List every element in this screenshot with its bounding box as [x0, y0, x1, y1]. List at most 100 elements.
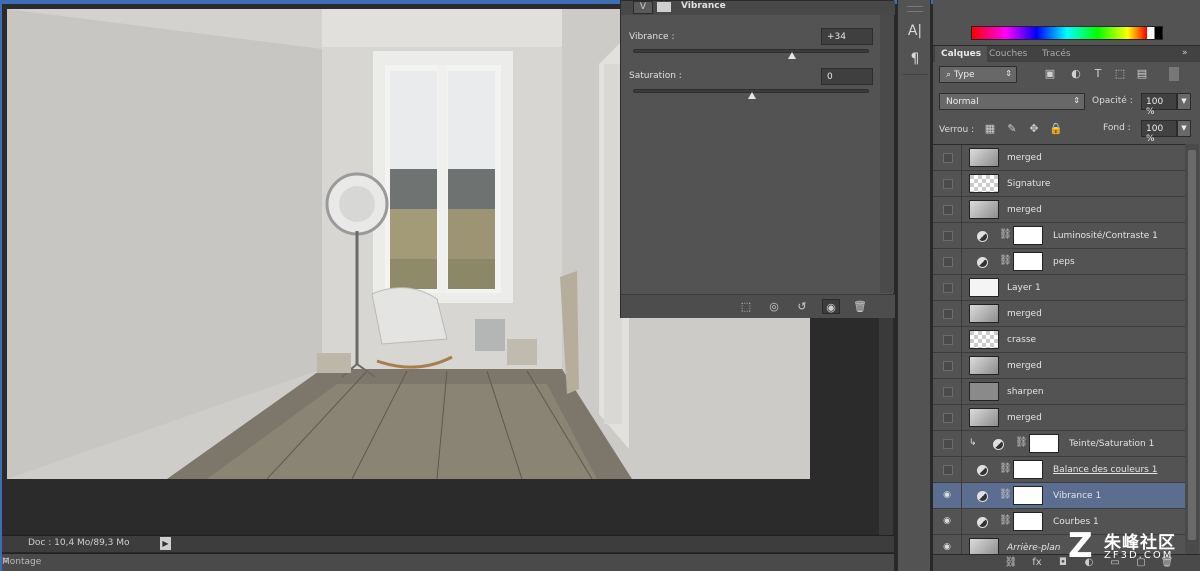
filter-smart-object-icon[interactable]: ▤ [1135, 67, 1149, 81]
layer-style-icon[interactable]: fx [1029, 556, 1045, 570]
layer-thumbnail[interactable] [969, 330, 999, 349]
visibility-toggle[interactable] [943, 413, 953, 423]
layer-mask-icon[interactable] [657, 2, 671, 12]
layer-thumbnail[interactable] [969, 278, 999, 297]
lock-all-icon[interactable]: 🔒 [1049, 122, 1063, 136]
visibility-toggle[interactable] [943, 153, 953, 163]
layer-row[interactable]: ⛓ Luminosité/Contraste 1 [933, 223, 1185, 249]
layer-name[interactable]: Vibrance 1 [1053, 491, 1101, 501]
layer-name[interactable]: merged [1007, 309, 1042, 319]
properties-scrollbar[interactable] [880, 15, 894, 293]
vibrance-value-input[interactable]: +34 [821, 28, 873, 45]
layer-row[interactable]: ⛓ peps [933, 249, 1185, 275]
layer-row[interactable]: sharpen [933, 379, 1185, 405]
visibility-toggle[interactable] [943, 179, 953, 189]
adjustment-layer-icon[interactable] [993, 439, 1004, 450]
panel-menu-icon[interactable]: ≡ [2, 556, 888, 566]
visibility-toggle[interactable] [943, 231, 953, 241]
visibility-toggle[interactable] [943, 361, 953, 371]
tab-traces[interactable]: Tracés [1036, 46, 1077, 63]
layer-thumbnail[interactable] [969, 148, 999, 167]
layer-name[interactable]: Balance des couleurs 1 [1053, 465, 1157, 475]
filter-shape-icon[interactable]: ⬚ [1113, 67, 1127, 81]
layer-row[interactable]: ◉ ⛓ Vibrance 1 [933, 483, 1185, 509]
color-spectrum-bar[interactable] [971, 26, 1163, 40]
opacity-input[interactable]: 100 % [1141, 93, 1177, 117]
layer-mask-thumbnail[interactable] [1029, 434, 1059, 453]
layer-thumbnail[interactable] [969, 408, 999, 427]
layers-scrollbar[interactable] [1185, 144, 1199, 554]
layer-row[interactable]: merged [933, 197, 1185, 223]
layer-name[interactable]: merged [1007, 413, 1042, 423]
layer-thumbnail[interactable] [969, 382, 999, 401]
visibility-toggle[interactable] [943, 257, 953, 267]
link-chain-icon[interactable]: ⛓ [999, 515, 1012, 526]
status-menu-arrow-icon[interactable]: ▶ [160, 537, 171, 550]
adjustment-layer-icon[interactable] [977, 465, 988, 476]
layer-row[interactable]: ⛓ Balance des couleurs 1 [933, 457, 1185, 483]
layer-name[interactable]: sharpen [1007, 387, 1044, 397]
layer-name[interactable]: peps [1053, 257, 1075, 267]
layer-name[interactable]: merged [1007, 361, 1042, 371]
blend-mode-select[interactable]: Normal ⇕ [939, 93, 1085, 110]
visibility-toggle[interactable] [943, 283, 953, 293]
filter-type-icon[interactable]: T [1091, 67, 1105, 81]
visibility-eye-icon[interactable]: ◉ [941, 490, 953, 501]
layer-row[interactable]: merged [933, 145, 1185, 171]
layer-mask-thumbnail[interactable] [1013, 226, 1043, 245]
layer-row[interactable]: merged [933, 301, 1185, 327]
reset-icon[interactable]: ↺ [793, 299, 811, 314]
filter-toggle-icon[interactable] [1169, 67, 1179, 81]
layer-name[interactable]: merged [1007, 153, 1042, 163]
layer-name[interactable]: Layer 1 [1007, 283, 1041, 293]
layer-row[interactable]: ↳ ⛓ Teinte/Saturation 1 [933, 431, 1185, 457]
saturation-slider-thumb[interactable] [748, 92, 756, 99]
fill-dropdown-icon[interactable]: ▼ [1177, 120, 1191, 137]
visibility-toggle[interactable] [943, 439, 953, 449]
tab-calques[interactable]: Calques [935, 46, 988, 63]
clip-to-layer-icon[interactable]: ⬚ [737, 299, 755, 314]
adjustment-layer-icon[interactable] [977, 491, 988, 502]
layer-row[interactable]: Signature [933, 171, 1185, 197]
layer-mask-thumbnail[interactable] [1013, 486, 1043, 505]
adjustment-layer-icon[interactable] [977, 257, 988, 268]
adjustment-layer-icon[interactable] [977, 517, 988, 528]
layers-scrollbar-thumb[interactable] [1188, 150, 1196, 540]
filter-pixel-icon[interactable]: ▣ [1043, 67, 1057, 81]
layer-name[interactable]: merged [1007, 205, 1042, 215]
saturation-slider[interactable] [633, 89, 869, 99]
link-chain-icon[interactable]: ⛓ [1015, 437, 1028, 448]
visibility-toggle[interactable] [943, 205, 953, 215]
layer-name[interactable]: Teinte/Saturation 1 [1069, 439, 1154, 449]
opacity-dropdown-icon[interactable]: ▼ [1177, 93, 1191, 110]
filter-adjustment-icon[interactable]: ◐ [1069, 67, 1083, 81]
layer-name[interactable]: Luminosité/Contraste 1 [1053, 231, 1158, 241]
layer-row[interactable]: merged [933, 405, 1185, 431]
saturation-value-input[interactable]: 0 [821, 68, 873, 85]
layer-thumbnail[interactable] [969, 304, 999, 323]
layer-name[interactable]: Arrière-plan [1007, 543, 1061, 553]
layer-row[interactable]: merged [933, 353, 1185, 379]
layer-row[interactable]: crasse [933, 327, 1185, 353]
layer-name[interactable]: Signature [1007, 179, 1050, 189]
paragraph-panel-icon[interactable]: ¶ [906, 50, 924, 68]
lock-brush-icon[interactable]: ✎ [1005, 122, 1019, 136]
visibility-eye-icon[interactable]: ◉ [941, 542, 953, 553]
fill-input[interactable]: 100 % [1141, 120, 1177, 144]
layer-thumbnail[interactable] [969, 356, 999, 375]
vibrance-slider-thumb[interactable] [788, 52, 797, 59]
layer-thumbnail[interactable] [969, 538, 999, 554]
view-previous-state-icon[interactable]: ◎ [765, 299, 783, 314]
lock-move-icon[interactable]: ✥ [1027, 122, 1041, 136]
layer-mask-thumbnail[interactable] [1013, 512, 1043, 531]
visibility-toggle[interactable] [943, 465, 953, 475]
layer-name[interactable]: crasse [1007, 335, 1036, 345]
panel-collapse-icon[interactable]: » [1182, 48, 1194, 60]
panel-grip[interactable] [907, 6, 923, 12]
link-chain-icon[interactable]: ⛓ [999, 255, 1012, 266]
layer-filter-select[interactable]: ⌕ Type ⇕ [939, 66, 1017, 83]
layer-row[interactable]: Layer 1 [933, 275, 1185, 301]
link-chain-icon[interactable]: ⛓ [999, 229, 1012, 240]
lock-transparent-icon[interactable]: ▦ [983, 122, 997, 136]
adjustment-layer-icon[interactable] [977, 231, 988, 242]
